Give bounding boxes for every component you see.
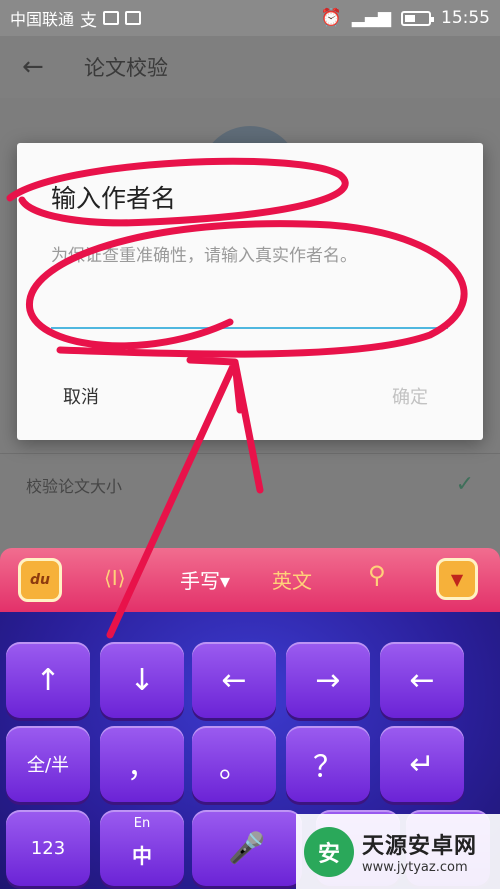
key-lang-main: 中 xyxy=(132,843,152,868)
battery-icon xyxy=(401,10,434,26)
watermark-url: www.jytyaz.com xyxy=(362,860,468,875)
battery-fill xyxy=(405,14,415,22)
dialog-hint: 为保证查重准确性，请输入真实作者名。 xyxy=(51,246,357,266)
microphone-icon[interactable]: 🎤 xyxy=(192,810,302,886)
watermark: 安 天源安卓网 www.jytyaz.com xyxy=(296,814,500,889)
cursor-move-icon[interactable]: ⟨I⟩ xyxy=(104,566,126,590)
alarm-icon: ⏰ xyxy=(320,8,342,28)
signal-icon: ▂▄▆ xyxy=(351,8,391,28)
author-name-input[interactable] xyxy=(51,293,448,329)
image-icon xyxy=(103,11,120,25)
key-lang-sup: En xyxy=(133,816,151,831)
clock: 15:55 xyxy=(441,8,490,28)
search-icon[interactable]: ⚲ xyxy=(368,561,386,589)
payment-icon: 支 xyxy=(80,10,98,31)
key-down[interactable]: ↓ xyxy=(100,642,184,718)
english-button[interactable]: 英文 xyxy=(272,565,312,594)
carrier-name: 中国联通 xyxy=(10,10,75,29)
app-bar: ← 论文校验 xyxy=(0,36,500,98)
key-full-half[interactable]: 全/半 xyxy=(6,726,90,802)
key-lang-switch[interactable]: En 中 xyxy=(100,810,184,886)
list-item-label: 校验论文大小 xyxy=(26,476,123,496)
dialog-title: 输入作者名 xyxy=(51,184,177,213)
key-period[interactable]: 。 xyxy=(192,726,276,802)
status-bar: 中国联通 支 ⏰ ▂▄▆ 15:55 xyxy=(0,0,500,36)
check-icon: ✓ xyxy=(455,472,474,497)
handwrite-label: 手写 xyxy=(180,569,220,593)
cancel-button[interactable]: 取消 xyxy=(63,383,99,409)
key-backspace[interactable]: ← xyxy=(380,642,464,718)
keyboard-toolbar: du ⟨I⟩ 手写▾ 英文 ⚲ ▼ xyxy=(0,548,500,612)
key-enter[interactable]: ↵ xyxy=(380,726,464,802)
handwrite-button[interactable]: 手写▾ xyxy=(180,565,230,594)
page-title: 论文校验 xyxy=(84,56,168,80)
key-question[interactable]: ？ xyxy=(286,726,370,802)
watermark-logo-icon: 安 xyxy=(304,826,354,877)
list-item[interactable]: 校验论文大小 ✓ xyxy=(0,453,500,515)
keyboard-logo-icon[interactable]: du xyxy=(18,558,62,602)
watermark-name: 天源安卓网 xyxy=(362,834,478,859)
notification-icon xyxy=(125,11,142,25)
key-up[interactable]: ↑ xyxy=(6,642,90,718)
key-right[interactable]: → xyxy=(286,642,370,718)
confirm-button[interactable]: 确定 xyxy=(392,383,428,409)
key-left[interactable]: ← xyxy=(192,642,276,718)
key-123[interactable]: 123 xyxy=(6,810,90,886)
hide-keyboard-icon[interactable]: ▼ xyxy=(436,558,478,600)
arrow-left-icon[interactable]: ← xyxy=(22,52,62,82)
key-comma[interactable]: ， xyxy=(100,726,184,802)
author-name-dialog: 输入作者名 为保证查重准确性，请输入真实作者名。 取消 确定 xyxy=(17,143,483,440)
